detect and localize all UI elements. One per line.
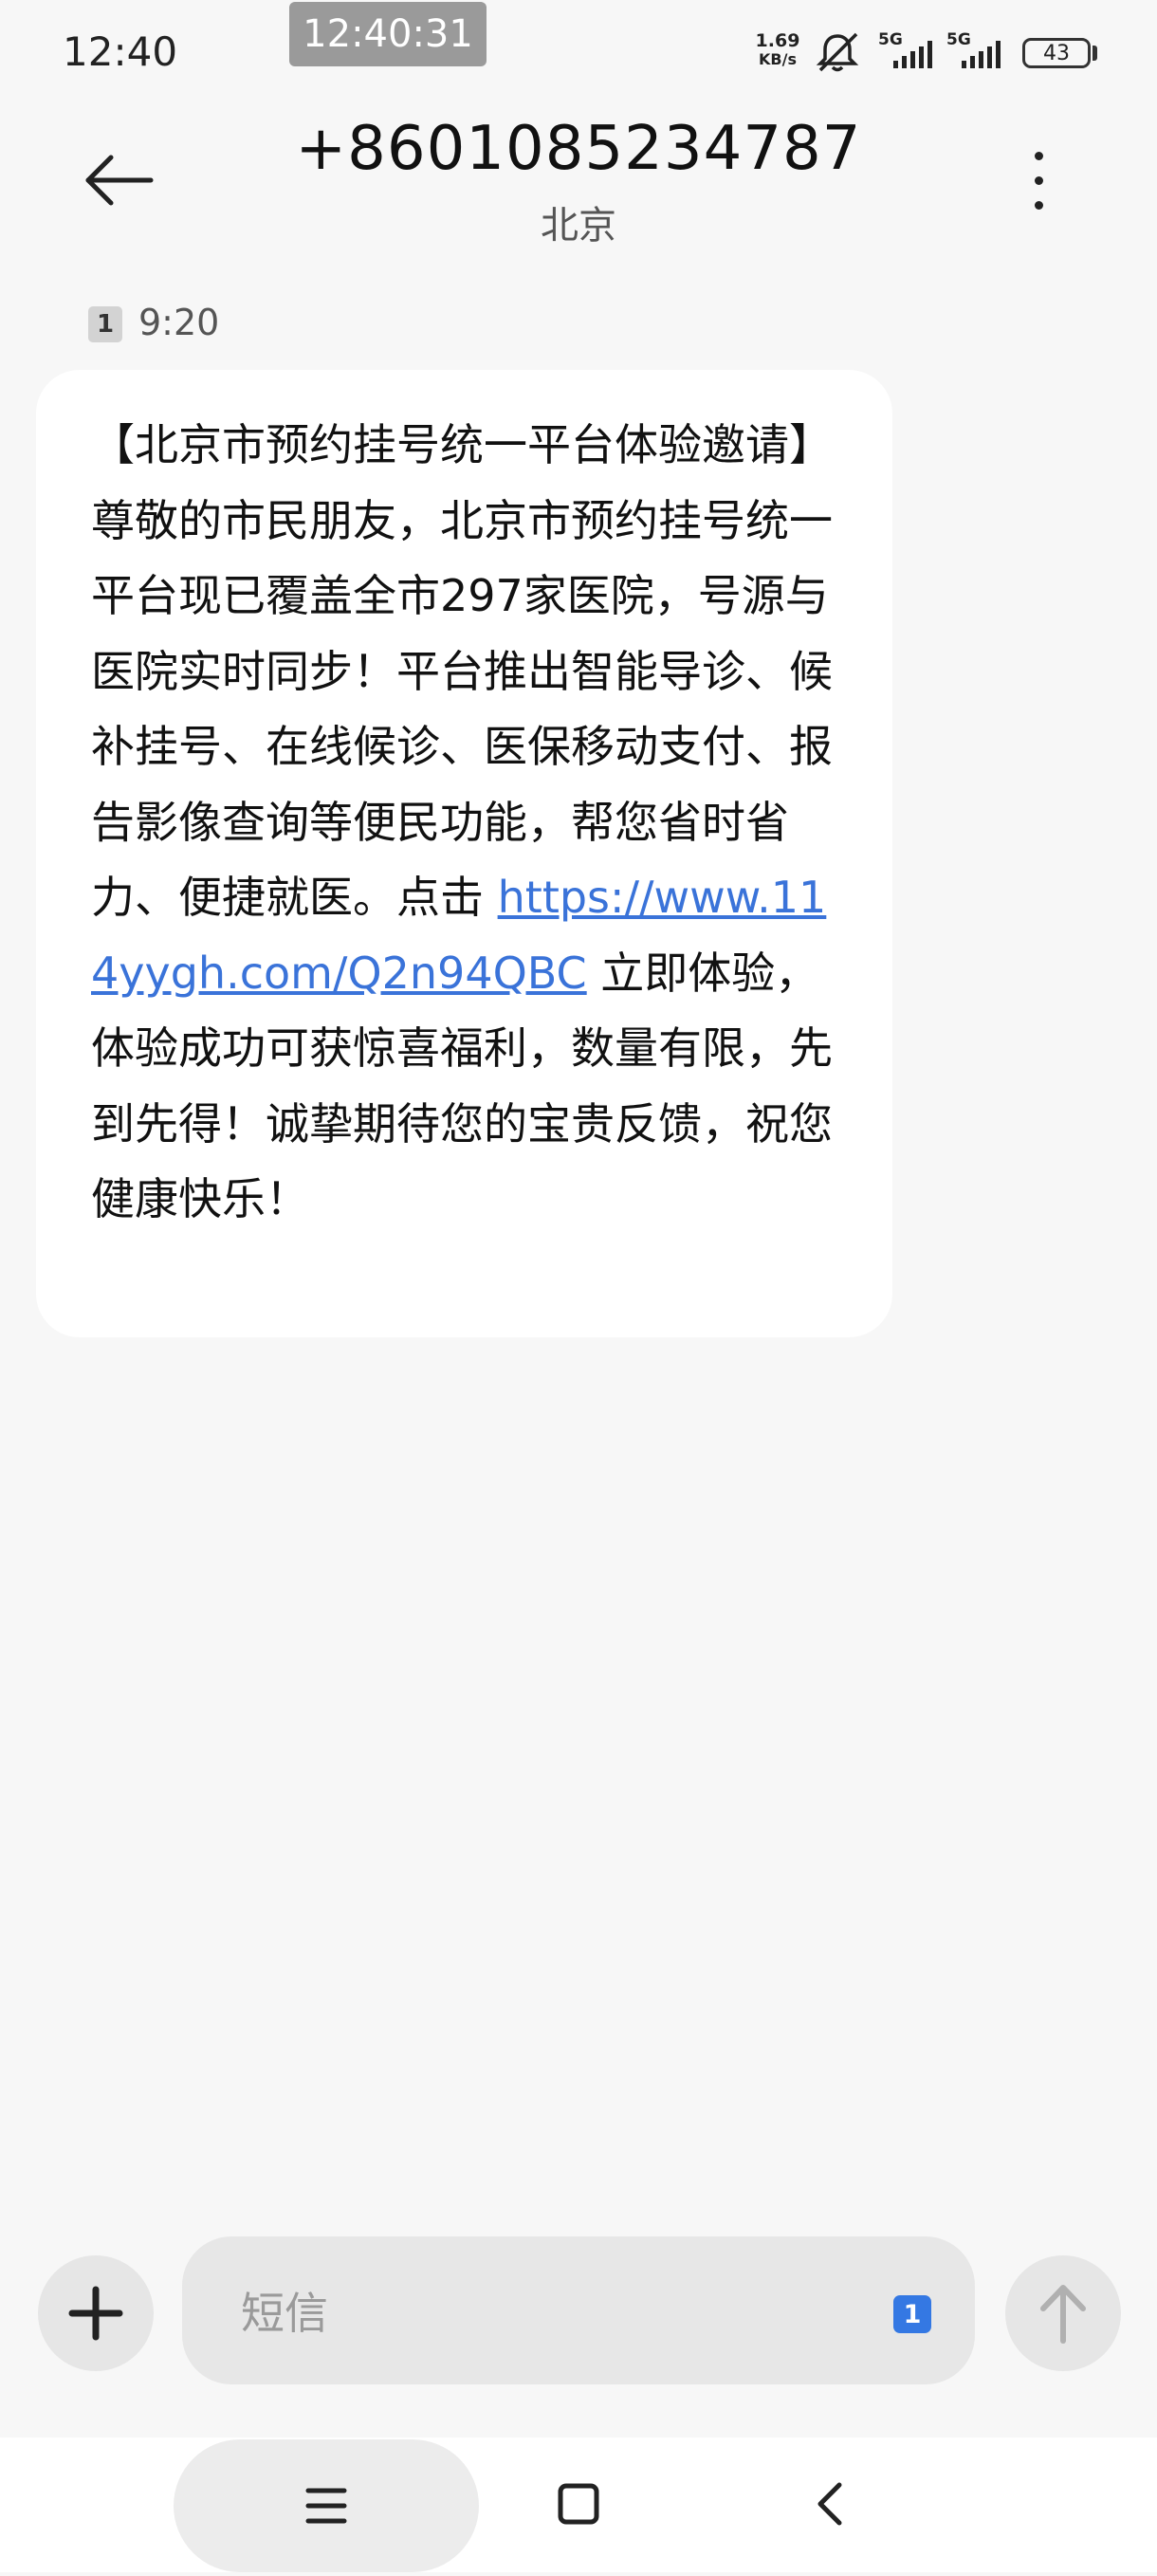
battery-tip (1093, 46, 1097, 61)
message-input[interactable]: 短信 (182, 2236, 975, 2384)
arrow-up-icon (1040, 2285, 1086, 2344)
network-speed-value: 1.69 (755, 30, 800, 51)
signal-sim2-icon: 5G (941, 30, 1013, 72)
back-button[interactable] (76, 142, 161, 218)
contact-location: 北京 (541, 204, 616, 248)
more-options-button[interactable] (1015, 142, 1062, 218)
message-input-placeholder: 短信 (241, 2288, 328, 2339)
message-bubble[interactable]: 【北京市预约挂号统一平台体验邀请】尊敬的市民朋友，北京市预约挂号统一平台现已覆盖… (36, 370, 892, 1337)
message-text-before-link: 【北京市预约挂号统一平台体验邀请】尊敬的市民朋友，北京市预约挂号统一平台现已覆盖… (91, 419, 833, 923)
screenshot-time-overlay: 12:40:31 (289, 2, 487, 66)
network-speed-unit: KB/s (759, 50, 797, 68)
status-bar: 12:40 12:40:31 1.69 KB/s 5G 5G 43 (0, 0, 1157, 104)
network-speed: 1.69 KB/s (749, 32, 806, 70)
system-back-button[interactable] (811, 2477, 849, 2530)
plus-icon (68, 2286, 123, 2341)
message-text: 【北京市预约挂号统一平台体验邀请】尊敬的市民朋友，北京市预约挂号统一平台现已覆盖… (91, 408, 845, 1238)
hamburger-icon (305, 2488, 347, 2524)
mute-icon (816, 32, 859, 72)
chevron-left-icon (817, 2482, 842, 2526)
home-button[interactable] (555, 2477, 602, 2530)
sim-slot-badge: 1 (88, 306, 122, 342)
contact-number: +8601085234787 (295, 114, 862, 184)
send-button[interactable] (1005, 2255, 1121, 2371)
battery-icon: 43 (1022, 38, 1091, 68)
arrow-left-icon (85, 155, 154, 206)
add-attachment-button[interactable] (38, 2255, 154, 2371)
sim-select-icon[interactable]: 1 (893, 2295, 931, 2333)
battery-level: 43 (1043, 41, 1070, 65)
message-time: 9:20 (138, 302, 220, 343)
status-clock: 12:40 (63, 28, 178, 75)
recent-apps-button[interactable] (174, 2439, 479, 2572)
square-icon (558, 2483, 599, 2525)
signal-sim1-icon: 5G (872, 30, 945, 72)
